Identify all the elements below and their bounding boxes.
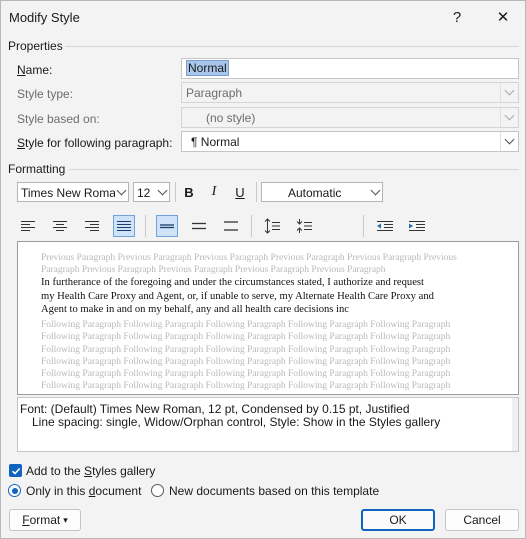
close-button[interactable]: ✕	[481, 1, 525, 33]
font-color-value: Automatic	[288, 186, 342, 200]
current-paragraph-preview: In furtherance of the foregoing and unde…	[41, 276, 481, 317]
formatting-heading: Formatting	[8, 162, 66, 176]
chevron-down-icon[interactable]	[500, 132, 518, 151]
preview-line: Following Paragraph Following Paragraph …	[41, 344, 451, 355]
style-type-label: Style type:	[17, 87, 74, 101]
toolbar-separator	[175, 182, 176, 202]
toolbar-separator	[145, 215, 146, 237]
align-left-icon	[21, 221, 35, 231]
title-bar: Modify Style ? ✕	[1, 1, 525, 33]
toolbar-separator	[256, 182, 257, 202]
help-button[interactable]: ?	[435, 1, 479, 33]
increase-paragraph-spacing-button[interactable]	[261, 215, 283, 237]
one-half-spacing-icon	[192, 222, 206, 230]
chevron-down-icon	[500, 83, 518, 102]
double-spacing-button[interactable]	[220, 215, 242, 237]
align-right-button[interactable]	[81, 215, 103, 237]
name-value: Normal	[186, 60, 229, 76]
new-documents-template-radio[interactable]	[151, 484, 164, 497]
name-input[interactable]: Normal	[181, 58, 519, 79]
close-icon: ✕	[496, 9, 510, 26]
justify-icon	[117, 221, 131, 231]
preview-line: Following Paragraph Following Paragraph …	[41, 320, 451, 330]
font-size-combo[interactable]: 12	[133, 182, 170, 202]
style-based-on-select: (no style)	[181, 107, 519, 128]
style-type-select: Paragraph	[181, 82, 519, 103]
decrease-indent-button[interactable]	[374, 215, 396, 237]
align-right-icon	[85, 221, 99, 231]
increase-spacing-icon	[264, 218, 280, 234]
description-scrollbar[interactable]	[512, 398, 518, 451]
description-line-1: Font: (Default) Times New Roman, 12 pt, …	[20, 402, 410, 416]
decrease-indent-icon	[377, 221, 393, 231]
decrease-paragraph-spacing-button[interactable]	[293, 215, 315, 237]
preview-line: Following Paragraph Following Paragraph …	[41, 369, 451, 380]
preview-line: Following Paragraph Following Paragraph …	[41, 381, 451, 392]
following-paragraph-select[interactable]: ¶ Normal	[181, 131, 519, 152]
ok-button[interactable]: OK	[361, 509, 435, 531]
format-button[interactable]: Format ▾	[9, 509, 81, 531]
preview-line: Previous Paragraph Previous Paragraph Pr…	[41, 253, 457, 263]
new-documents-template-label: New documents based on this template	[169, 484, 380, 498]
style-type-value: Paragraph	[186, 86, 243, 100]
chevron-down-icon[interactable]	[155, 183, 169, 201]
only-this-document-label: Only in this document	[26, 484, 142, 498]
one-half-spacing-button[interactable]	[188, 215, 210, 237]
previous-paragraph-preview: Previous Paragraph Previous Paragraph Pr…	[41, 252, 501, 277]
preview-line: my Health Care Proxy and Agent, or, if u…	[41, 290, 434, 302]
chevron-down-icon	[500, 108, 518, 127]
decrease-spacing-icon	[296, 219, 312, 233]
increase-indent-icon	[409, 221, 425, 231]
only-this-document-radio[interactable]	[8, 484, 21, 497]
format-button-accel: F	[22, 513, 30, 527]
formatting-divider	[69, 169, 519, 170]
preview-line: Paragraph Previous Paragraph Previous Pa…	[41, 265, 386, 276]
following-paragraph-preview: Following Paragraph Following Paragraph …	[41, 319, 501, 393]
toolbar-separator	[251, 215, 252, 237]
style-based-on-value: (no style)	[206, 111, 256, 125]
preview-line: Agent to make in and on my behalf, any a…	[41, 304, 349, 316]
toolbar-separator	[363, 215, 364, 237]
properties-heading: Properties	[8, 39, 63, 53]
add-to-styles-gallery-checkbox[interactable]	[9, 464, 22, 477]
style-preview-pane: Previous Paragraph Previous Paragraph Pr…	[17, 241, 519, 395]
bold-button[interactable]: B	[178, 181, 200, 203]
following-paragraph-label: Style for following paragraph:	[17, 136, 173, 150]
style-based-on-label: Style based on:	[17, 112, 100, 126]
underline-button[interactable]: U	[229, 181, 251, 203]
italic-button[interactable]: I	[203, 181, 225, 203]
preview-line: Following Paragraph Following Paragraph …	[41, 332, 451, 343]
name-label: Name:	[17, 63, 53, 77]
single-spacing-button[interactable]	[156, 215, 178, 237]
style-description: Font: (Default) Times New Roman, 12 pt, …	[17, 397, 519, 452]
chevron-down-icon[interactable]	[114, 183, 128, 201]
align-left-button[interactable]	[17, 215, 39, 237]
single-spacing-icon	[160, 224, 174, 229]
format-button-label: ormat	[29, 513, 61, 527]
window-title: Modify Style	[9, 10, 80, 25]
properties-divider	[65, 46, 519, 47]
increase-indent-button[interactable]	[406, 215, 428, 237]
justify-button[interactable]	[113, 215, 135, 237]
align-center-button[interactable]	[49, 215, 71, 237]
font-size-value: 12	[137, 186, 151, 200]
align-center-icon	[53, 221, 67, 231]
dropdown-arrow-icon: ▾	[63, 514, 68, 525]
add-to-styles-gallery-label: Add to the Styles gallery	[26, 464, 156, 478]
double-spacing-icon	[224, 221, 238, 231]
cancel-button[interactable]: Cancel	[445, 509, 519, 531]
checkmark-icon	[11, 467, 20, 475]
help-icon: ?	[452, 8, 462, 26]
description-line-2: Line spacing: single, Widow/Orphan contr…	[32, 415, 441, 429]
modify-style-dialog: Modify Style ? ✕ Properties Name: Normal…	[0, 0, 526, 539]
preview-line: Following Paragraph Following Paragraph …	[41, 356, 451, 367]
font-name-value: Times New Roman	[21, 186, 115, 200]
following-paragraph-value: ¶ Normal	[191, 135, 240, 149]
chevron-down-icon[interactable]	[368, 183, 382, 201]
preview-line: In furtherance of the foregoing and unde…	[41, 277, 424, 288]
font-name-combo[interactable]: Times New Roman	[17, 182, 129, 202]
font-color-combo[interactable]: Automatic	[261, 182, 383, 202]
